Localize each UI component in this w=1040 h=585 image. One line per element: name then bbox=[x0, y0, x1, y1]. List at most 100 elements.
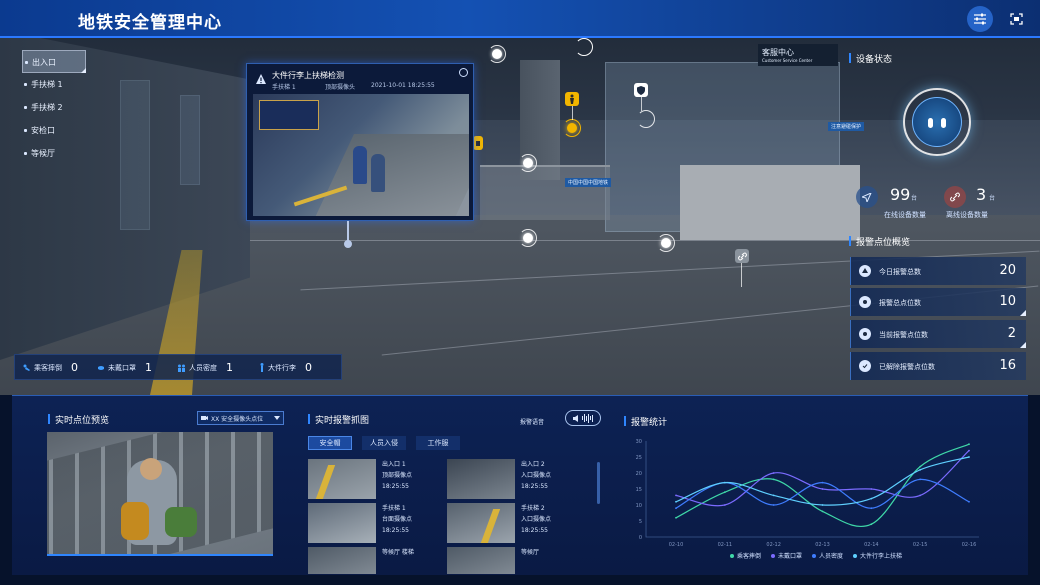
legend-item[interactable]: 未戴口罩 bbox=[771, 551, 802, 560]
video-escalator bbox=[312, 134, 469, 216]
event-no-mask[interactable]: 未戴口罩 1 bbox=[97, 361, 152, 374]
data-point bbox=[723, 491, 726, 494]
data-point bbox=[821, 504, 824, 506]
data-point bbox=[968, 443, 970, 446]
nav-item-waiting-hall[interactable]: 等候厅 bbox=[22, 142, 86, 165]
online-unit: 台 bbox=[911, 195, 918, 202]
wave-bar bbox=[592, 414, 593, 422]
legend-item[interactable]: 大件行李上扶梯 bbox=[853, 551, 902, 560]
y-tick-label: 15 bbox=[636, 487, 642, 493]
capture-info: 等候厅 楼梯 bbox=[382, 547, 414, 558]
event-crowd[interactable]: 人员密度 1 bbox=[177, 361, 233, 374]
data-point bbox=[968, 500, 970, 503]
capture-item[interactable]: 等候厅 楼梯 bbox=[308, 547, 446, 574]
fullscreen-button[interactable] bbox=[1003, 7, 1029, 31]
thumb-yellow-line bbox=[480, 509, 501, 543]
tab-intrusion[interactable]: 人员入侵 bbox=[362, 436, 406, 450]
data-point bbox=[870, 497, 873, 500]
y-tick-label: 0 bbox=[639, 535, 642, 541]
alarm-overview-title: 报警点位概览 bbox=[849, 235, 910, 248]
wave-bar bbox=[590, 416, 591, 420]
marker-dot bbox=[523, 158, 533, 168]
offline-label: 离线设备数量 bbox=[946, 211, 988, 219]
alarm-row-value: 2 bbox=[1007, 326, 1016, 341]
legend-item[interactable]: 人员密度 bbox=[812, 551, 843, 560]
popup-close-icon[interactable] bbox=[459, 68, 468, 77]
capture-camera: 顶部摄像点 bbox=[382, 472, 413, 479]
exit-sign: 中国中国中国地铁 bbox=[565, 178, 612, 187]
nav-item-entrance[interactable]: 出入口 bbox=[22, 50, 86, 73]
capture-info: 等候厅 bbox=[521, 547, 539, 558]
send-icon bbox=[856, 186, 878, 208]
pin-stem bbox=[641, 97, 642, 111]
marker-dot bbox=[492, 49, 502, 59]
data-point bbox=[675, 500, 677, 503]
alarm-row-resolved-points[interactable]: 已解除报警点位数 16 bbox=[850, 352, 1026, 380]
capture-location: 等候厅 bbox=[521, 549, 540, 556]
location-nav: 出入口 手扶梯 1 手扶梯 2 安检口 等候厅 bbox=[22, 50, 86, 165]
chart-axis bbox=[645, 441, 979, 538]
capture-item[interactable]: 等候厅 bbox=[447, 547, 585, 574]
floor-line bbox=[250, 240, 1040, 241]
x-tick-label: 02-10 bbox=[669, 542, 684, 548]
data-point bbox=[821, 510, 824, 513]
capture-scrollbar[interactable] bbox=[597, 462, 600, 504]
alarm-row-total-points[interactable]: 报警总点位数 10 bbox=[850, 288, 1026, 316]
tab-workwear[interactable]: 工作服 bbox=[416, 436, 460, 450]
row-corner-mark bbox=[1020, 342, 1026, 348]
capture-item[interactable]: 手扶梯 1 台面摄像点 18:25:55 bbox=[308, 503, 446, 543]
alarm-row-today-total[interactable]: 今日报警总数 20 bbox=[850, 257, 1026, 285]
nav-item-security-check[interactable]: 安检口 bbox=[22, 119, 86, 142]
video-person-head bbox=[140, 458, 162, 480]
notice-sign: 注意避碰保护 bbox=[828, 122, 865, 131]
speaker-icon bbox=[573, 414, 578, 422]
y-tick-label: 5 bbox=[639, 519, 642, 525]
live-video-feed[interactable] bbox=[47, 432, 273, 556]
capture-location: 等候厅 楼梯 bbox=[382, 549, 414, 556]
capture-location: 出入口 1 bbox=[382, 461, 406, 468]
data-point bbox=[821, 488, 824, 490]
header: 地铁安全管理中心 bbox=[0, 0, 1040, 38]
data-point bbox=[870, 507, 873, 510]
event-fall[interactable]: 乘客摔倒 0 bbox=[23, 361, 78, 374]
capture-info: 手扶梯 1 台面摄像点 18:25:55 bbox=[382, 503, 412, 536]
wave-bar bbox=[586, 415, 587, 421]
alarm-row-label: 已解除报警点位数 bbox=[879, 363, 935, 371]
camera-select[interactable]: XX 安全摄像头点位 bbox=[197, 411, 284, 425]
camera-pin[interactable] bbox=[634, 83, 648, 97]
nav-item-escalator-2[interactable]: 手扶梯 2 bbox=[22, 96, 86, 119]
marker-dot bbox=[579, 42, 589, 52]
data-point bbox=[723, 481, 726, 484]
capture-location: 手扶梯 1 bbox=[382, 505, 406, 512]
data-point bbox=[675, 507, 677, 510]
event-count: 1 bbox=[145, 361, 152, 374]
crowd-icon bbox=[178, 364, 185, 372]
app-title: 地铁安全管理中心 bbox=[78, 13, 222, 33]
tab-helmet[interactable]: 安全帽 bbox=[308, 436, 352, 450]
nav-item-escalator-1[interactable]: 手扶梯 1 bbox=[22, 73, 86, 96]
alarm-row-current-points[interactable]: 当前报警点位数 2 bbox=[850, 320, 1026, 348]
legend-swatch bbox=[853, 553, 858, 558]
legend-item[interactable]: 乘客摔倒 bbox=[730, 551, 761, 560]
capture-item[interactable]: 手扶梯 2 入口摄像点 18:25:55 bbox=[447, 503, 585, 543]
settings-button[interactable] bbox=[967, 6, 993, 32]
alarm-row-value: 10 bbox=[999, 294, 1016, 309]
alarm-row-label: 当前报警点位数 bbox=[879, 331, 928, 339]
alarm-pin[interactable] bbox=[473, 136, 483, 150]
capture-item[interactable]: 出入口 2 入口摄像点 18:25:55 bbox=[447, 459, 585, 499]
camera-select-value: XX 安全摄像头点位 bbox=[211, 415, 264, 423]
capture-item[interactable]: 出入口 1 顶部摄像点 18:25:55 bbox=[308, 459, 446, 499]
device-pin[interactable] bbox=[735, 249, 749, 263]
location-pin-icon bbox=[859, 296, 871, 308]
event-luggage[interactable]: 大件行李 0 bbox=[259, 361, 312, 374]
capture-location: 手扶梯 2 bbox=[521, 505, 545, 512]
alarm-pin[interactable] bbox=[565, 92, 579, 106]
pin-stem bbox=[572, 106, 573, 120]
device-gauge-inner bbox=[912, 97, 962, 147]
marker-dot bbox=[567, 123, 577, 133]
gauge-eye bbox=[941, 118, 946, 128]
event-label: 人员密度 bbox=[189, 363, 217, 372]
alarm-voice-toggle[interactable] bbox=[565, 410, 601, 426]
detection-popup[interactable]: 大件行李上扶梯检测 手扶梯 1 顶部摄像头 2021-10-01 18:25:5… bbox=[246, 63, 474, 221]
bottom-panel: 实时点位预览 XX 安全摄像头点位 实时报警抓图 报警语音 安全帽 人员入侵 工… bbox=[12, 395, 1028, 575]
